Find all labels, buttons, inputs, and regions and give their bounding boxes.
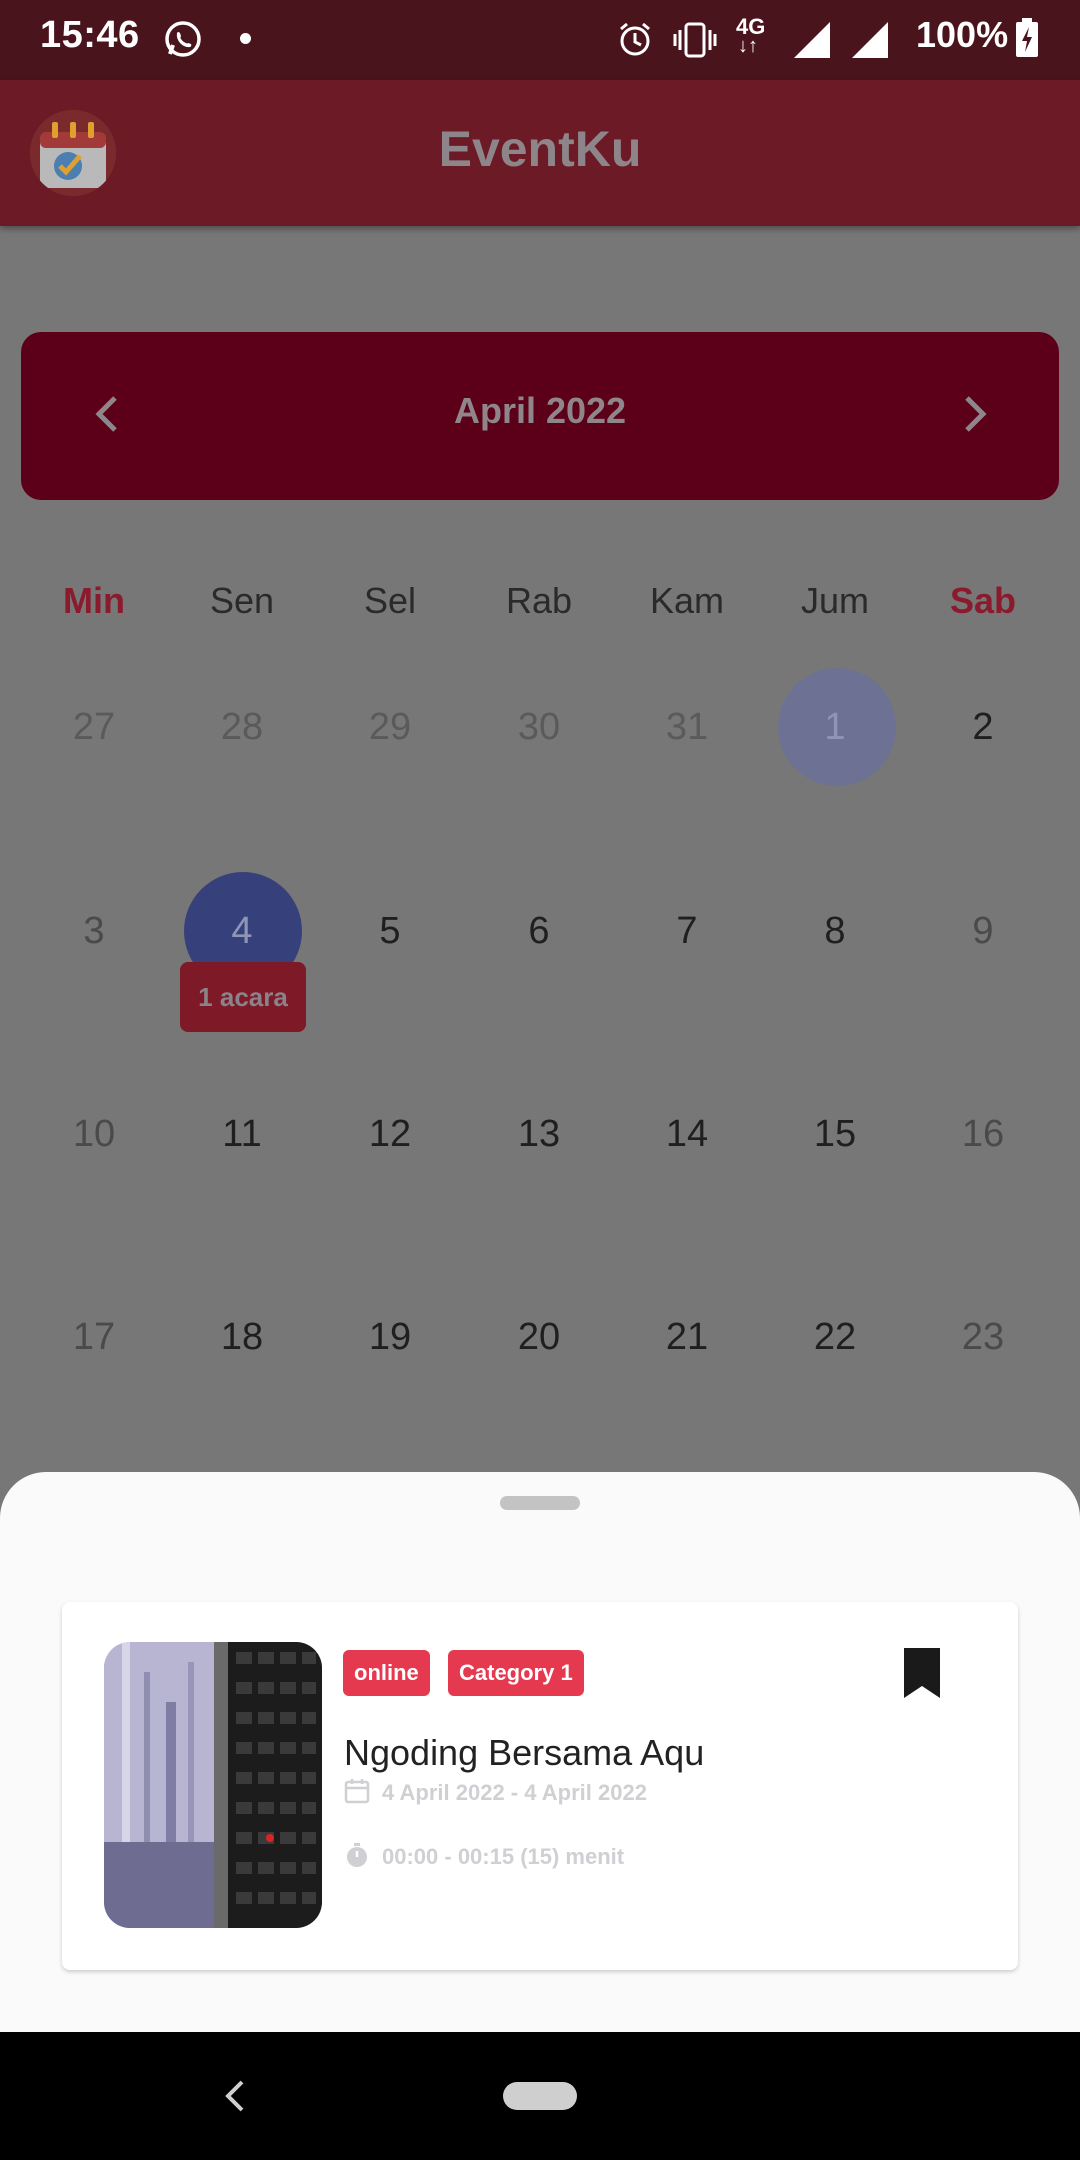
system-nav-bar <box>0 2032 1080 2160</box>
app-bar: EventKu <box>0 80 1080 226</box>
calendar-day[interactable]: 8 <box>761 910 909 953</box>
stopwatch-icon <box>344 1842 370 1874</box>
chevron-right-icon[interactable] <box>961 392 991 441</box>
alarm-icon <box>616 20 654 63</box>
weekday-label: Sel <box>363 580 417 621</box>
tag-online: online <box>343 1650 430 1696</box>
calendar-day[interactable]: 13 <box>465 1113 613 1156</box>
calendar-icon <box>344 1778 370 1810</box>
weekday-header: Min Sen Sel Rab Kam Jum Sab <box>0 580 1080 640</box>
status-bar: 15:46 4G ↓↑ 100% <box>0 0 1080 80</box>
battery-charging-icon <box>1015 18 1039 63</box>
calendar-day[interactable]: 22 <box>761 1316 909 1359</box>
app-title: EventKu <box>438 121 642 177</box>
calendar-day[interactable]: 28 <box>168 706 316 749</box>
calendar-day[interactable]: 30 <box>465 706 613 749</box>
calendar-day-selected[interactable]: 4 <box>168 910 316 953</box>
event-time-text: 00:00 - 00:15 (15) menit <box>382 1843 625 1869</box>
calendar-day[interactable]: 27 <box>20 706 168 749</box>
notification-dot-icon <box>240 33 251 44</box>
event-title: Ngoding Bersama Aqu <box>344 1732 705 1773</box>
calendar-day[interactable]: 15 <box>761 1113 909 1156</box>
calendar-day[interactable]: 5 <box>316 910 464 953</box>
calendar-day-highlighted[interactable]: 1 <box>761 706 909 749</box>
calendar-day[interactable]: 16 <box>909 1113 1057 1156</box>
back-icon[interactable] <box>222 2076 248 2121</box>
event-date: 4 April 2022 - 4 April 2022 <box>344 1778 647 1810</box>
event-thumbnail <box>104 1642 322 1928</box>
status-time: 15:46 <box>40 14 140 56</box>
vibrate-icon <box>672 20 718 65</box>
weekday-label: Sab <box>949 580 1017 621</box>
calendar-day[interactable]: 6 <box>465 910 613 953</box>
calendar-day[interactable]: 17 <box>20 1316 168 1359</box>
calendar-day[interactable]: 18 <box>168 1316 316 1359</box>
weekday-label: Kam <box>649 580 725 621</box>
drag-handle[interactable] <box>500 1496 580 1510</box>
tag-category: Category 1 <box>448 1650 584 1696</box>
month-label: April 2022 <box>453 390 627 431</box>
calendar-day[interactable]: 31 <box>613 706 761 749</box>
calendar-day[interactable]: 3 <box>20 910 168 953</box>
calendar-day[interactable]: 12 <box>316 1113 464 1156</box>
calendar-day[interactable]: 9 <box>909 910 1057 953</box>
calendar-day[interactable]: 19 <box>316 1316 464 1359</box>
signal-icon <box>792 20 832 65</box>
calendar-day[interactable]: 7 <box>613 910 761 953</box>
calendar-day[interactable]: 10 <box>20 1113 168 1156</box>
calendar-day[interactable]: 23 <box>909 1316 1057 1359</box>
calendar-day[interactable]: 14 <box>613 1113 761 1156</box>
month-navigator: April 2022 <box>21 332 1059 500</box>
network-indicator: 4G ↓↑ <box>736 14 766 57</box>
event-time: 00:00 - 00:15 (15) menit <box>344 1842 624 1874</box>
weekday-label: Min <box>63 580 125 621</box>
weekday-label: Jum <box>800 580 869 621</box>
calendar-day[interactable]: 21 <box>613 1316 761 1359</box>
battery-percent: 100% <box>916 14 1009 55</box>
weekday-label: Sen <box>209 580 275 621</box>
calendar-day[interactable]: 11 <box>168 1113 316 1156</box>
bookmark-icon[interactable] <box>902 1648 942 1703</box>
calendar-day[interactable]: 29 <box>316 706 464 749</box>
bottom-sheet: online Category 1 Ngoding Bersama Aqu 4 … <box>0 1472 1080 2032</box>
event-card[interactable]: online Category 1 Ngoding Bersama Aqu 4 … <box>62 1602 1018 1970</box>
whatsapp-icon <box>162 18 204 65</box>
event-date-text: 4 April 2022 - 4 April 2022 <box>382 1779 647 1805</box>
calendar-day[interactable]: 2 <box>909 706 1057 749</box>
signal-icon <box>850 20 890 65</box>
calendar-day[interactable]: 20 <box>465 1316 613 1359</box>
home-pill-button[interactable] <box>503 2082 577 2110</box>
weekday-label: Rab <box>505 580 573 621</box>
event-count-badge[interactable]: 1 acara <box>180 962 306 1032</box>
